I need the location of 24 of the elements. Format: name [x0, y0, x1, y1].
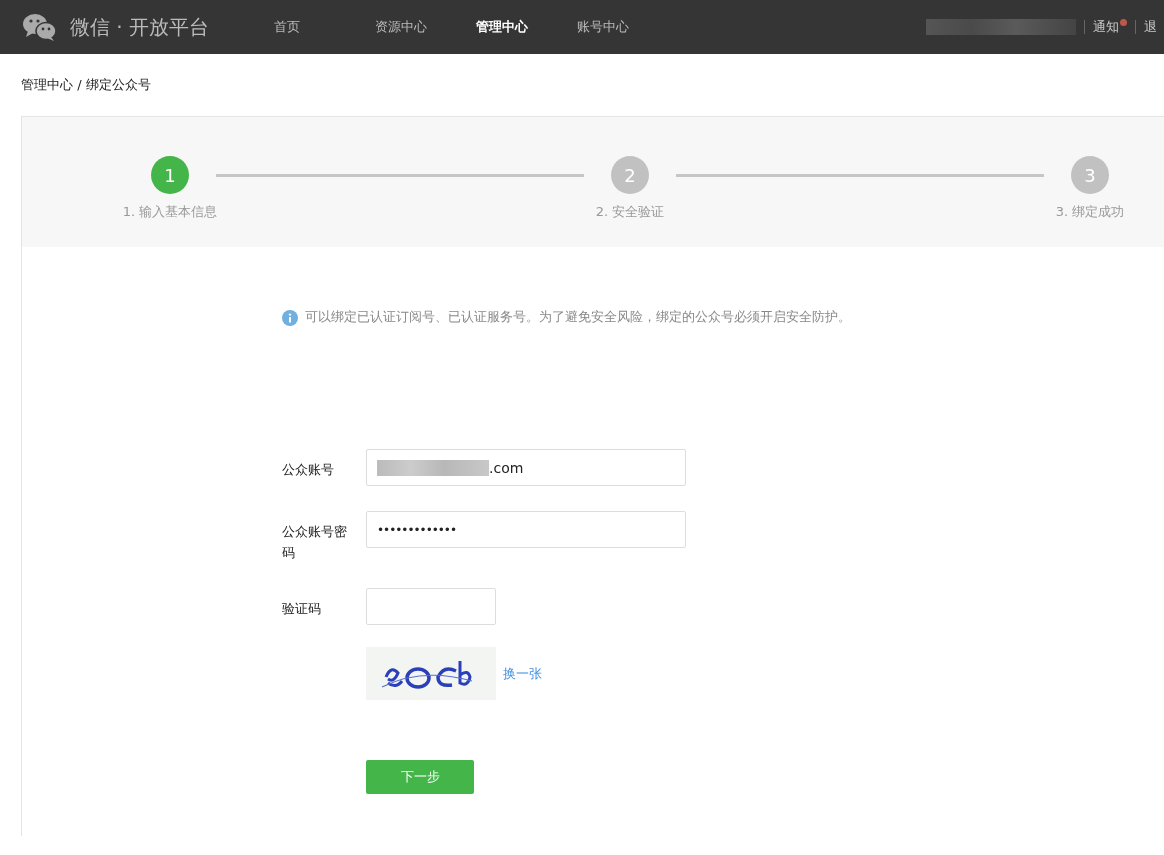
- info-icon: [282, 309, 298, 326]
- field-label: 公众账号密码: [282, 523, 348, 562]
- notice-text: 可以绑定已认证订阅号、已认证服务号。为了避免安全风险，绑定的公众号必须开启安全防护。: [305, 309, 851, 326]
- refresh-captcha-link[interactable]: 换一张: [503, 664, 542, 683]
- field-label: 验证码: [282, 600, 322, 618]
- password-field[interactable]: •••••••••••••: [366, 511, 686, 548]
- nav-link[interactable]: 账号中心: [577, 18, 678, 36]
- chat-bubbles-icon: [22, 12, 58, 42]
- captcha-field[interactable]: [366, 588, 496, 625]
- nav-link[interactable]: 首页: [274, 18, 375, 36]
- breadcrumb: 管理中心 / 绑定公众号: [20, 76, 152, 94]
- step-number: 1: [151, 156, 189, 194]
- account-field[interactable]: .com: [366, 449, 686, 486]
- step-number: 3: [1071, 156, 1109, 194]
- nav-link[interactable]: 资源中心: [375, 18, 476, 36]
- brand-title: 微信 · 开放平台: [70, 13, 211, 41]
- step-label: 2. 安全验证: [595, 203, 665, 221]
- nav-link[interactable]: 管理中心: [476, 18, 577, 36]
- step-number: 2: [611, 156, 649, 194]
- logout-link[interactable]: 退: [1144, 18, 1164, 36]
- field-label: 公众账号: [282, 461, 335, 479]
- step-label: 1. 输入基本信息: [122, 203, 218, 221]
- step-label: 3. 绑定成功: [1055, 203, 1125, 221]
- notifications-link[interactable]: 通知: [1093, 18, 1119, 36]
